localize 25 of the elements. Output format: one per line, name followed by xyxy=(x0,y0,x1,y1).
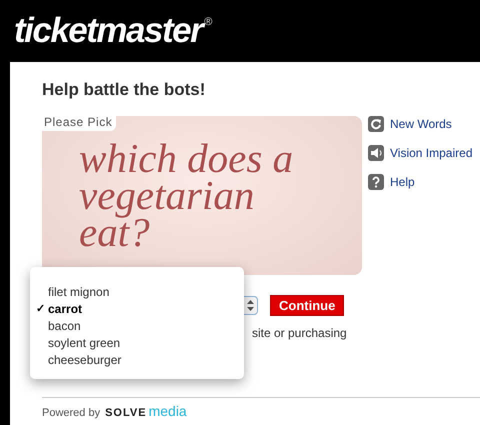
notice-text: site or purchasing xyxy=(252,326,347,340)
ticketmaster-logo: ticketmaster xyxy=(14,11,202,51)
link-label: New Words xyxy=(390,117,452,131)
menu-item[interactable]: soylent green xyxy=(30,335,244,352)
powered-by-text: Powered by xyxy=(42,407,100,419)
menu-item[interactable]: cheeseburger xyxy=(30,352,244,369)
menu-item[interactable]: filet mignon xyxy=(30,284,244,301)
captcha-option-link[interactable]: Vision Impaired xyxy=(368,145,472,161)
captcha-option-link[interactable]: Help xyxy=(368,174,472,190)
registered-mark: ® xyxy=(204,16,212,28)
menu-item[interactable]: bacon xyxy=(30,318,244,335)
link-label: Help xyxy=(390,175,415,189)
captcha-question: which does a vegetarian eat? xyxy=(79,140,294,251)
page-heading: Help battle the bots! xyxy=(42,80,206,100)
refresh-icon xyxy=(368,116,384,132)
brand-logo-text: SOLVE xyxy=(105,407,147,419)
stepper-arrows-icon xyxy=(247,300,254,311)
brand-logo-text: media xyxy=(148,403,187,419)
link-label: Vision Impaired xyxy=(390,146,472,160)
continue-button[interactable]: Continue xyxy=(270,295,344,316)
captcha-tab-label: Please Pick xyxy=(42,115,116,131)
help-icon xyxy=(368,174,384,190)
menu-item[interactable]: ✓ carrot xyxy=(30,301,244,318)
captcha-option-link[interactable]: New Words xyxy=(368,116,472,132)
speaker-icon xyxy=(368,145,384,161)
